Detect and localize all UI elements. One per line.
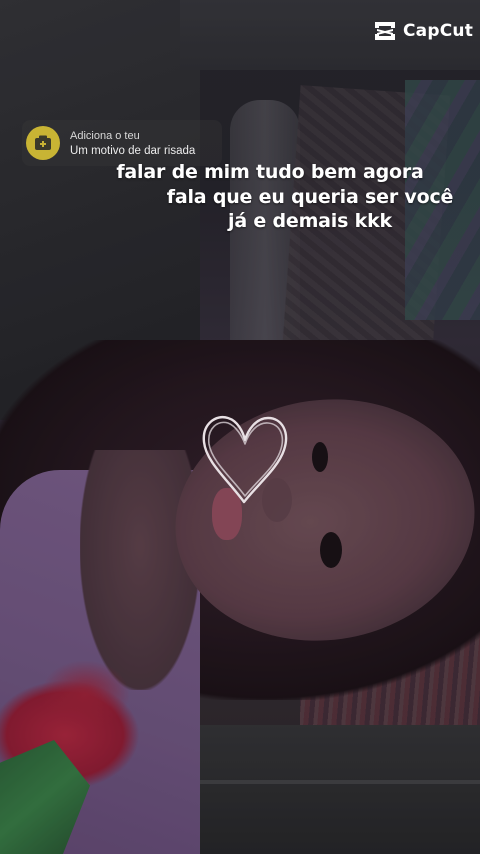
lyric-line: falar de mim tudo bem agora (116, 161, 424, 183)
add-yours-prompt: Um motivo de dar risada (70, 144, 196, 157)
heart-outline-icon (202, 415, 288, 504)
lyric-line: fala que eu queria ser você (166, 185, 454, 208)
capcut-brand-text: CapCut (403, 21, 474, 41)
capcut-logo-icon (375, 22, 395, 40)
add-yours-title: Adiciona o teu (70, 129, 140, 142)
camera-plus-icon (26, 126, 60, 160)
add-yours-text: Adiciona o teu Um motivo de dar risada (70, 130, 195, 157)
video-frame: CapCut Adiciona o teu Um motivo de dar r… (0, 0, 480, 854)
lyric-line: já e demais kkk (228, 210, 392, 232)
lyrics-caption: falar de mim tudo bem agora fala que eu … (116, 160, 480, 234)
capcut-watermark: CapCut (372, 20, 473, 42)
